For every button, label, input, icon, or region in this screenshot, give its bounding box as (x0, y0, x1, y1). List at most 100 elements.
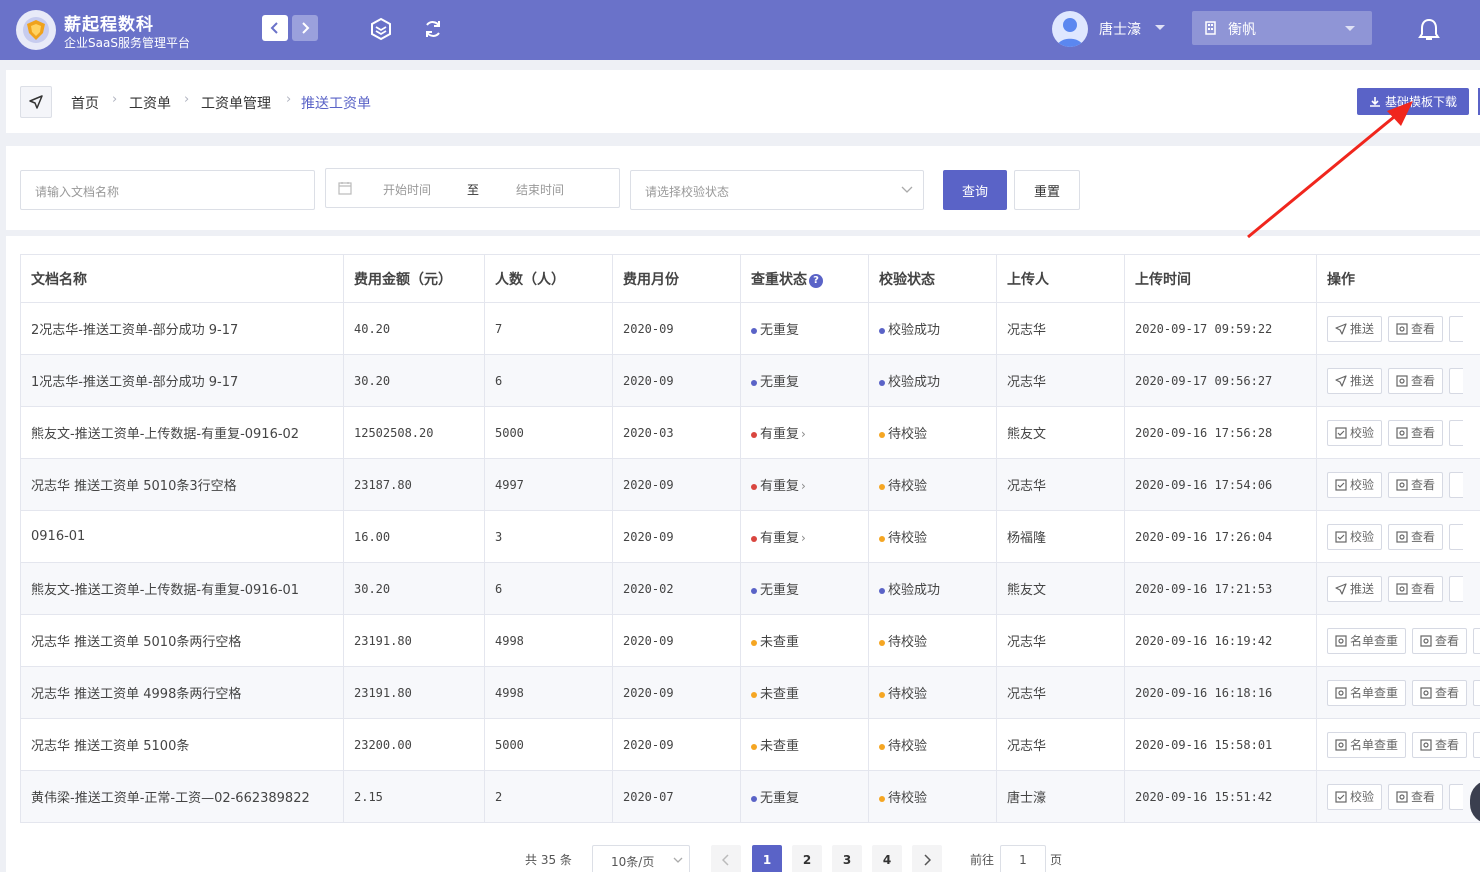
cell-document-name[interactable]: 熊友文-推送工资单-上传数据-有重复-0916-02 (20, 406, 344, 459)
row-action-button[interactable]: 推送 (1327, 367, 1383, 394)
cell-dup-status: 未查重 (740, 614, 869, 667)
date-range-picker[interactable]: 开始时间 至 结束时间 (325, 168, 620, 208)
page-button-4[interactable]: 4 (872, 845, 902, 872)
row-more-button-edge[interactable] (1449, 575, 1464, 602)
row-more-button-edge[interactable] (1449, 783, 1464, 810)
page-button-3[interactable]: 3 (832, 845, 862, 872)
status-dot (879, 431, 885, 438)
row-action-button[interactable]: 校验 (1327, 523, 1383, 550)
row-more-button-edge[interactable] (1449, 471, 1464, 498)
row-action-button[interactable]: 查看 (1388, 471, 1444, 498)
row-action-button[interactable]: 查看 (1388, 575, 1444, 602)
building-icon (1205, 21, 1216, 35)
row-more-button-edge[interactable] (1473, 679, 1480, 706)
row-action-button[interactable]: 推送 (1327, 315, 1383, 342)
check-icon (1335, 426, 1347, 439)
row-action-button[interactable]: 查看 (1388, 783, 1444, 810)
cell-document-name[interactable]: 况志华 推送工资单 4998条两行空格 (20, 666, 344, 719)
check-status-select[interactable]: 请选择校验状态 (630, 170, 924, 210)
cell-people: 7 (484, 302, 613, 355)
row-action-button[interactable]: 查看 (1412, 627, 1468, 654)
row-action-button[interactable]: 名单查重 (1327, 679, 1407, 706)
cell-document-name[interactable]: 1况志华-推送工资单-部分成功 9-17 (20, 354, 344, 407)
chevron-right-icon[interactable]: › (801, 427, 806, 441)
query-button[interactable]: 查询 (943, 170, 1007, 210)
column-header-month: 费用月份 (612, 254, 741, 303)
cell-amount: 2.15 (343, 770, 485, 823)
question-mark-icon[interactable]: ? (809, 273, 823, 288)
nav-back-button[interactable] (262, 15, 288, 41)
cell-document-name[interactable]: 况志华 推送工资单 5100条 (20, 718, 344, 771)
goto-page-input[interactable]: 1 (1000, 845, 1046, 872)
cell-document-name[interactable]: 0916-01 (20, 510, 344, 563)
row-action-button[interactable]: 校验 (1327, 783, 1383, 810)
row-more-button-edge[interactable] (1449, 367, 1464, 394)
org-selector[interactable]: 衡帆 (1192, 11, 1372, 45)
locate-button[interactable] (20, 86, 52, 118)
breadcrumb-home[interactable]: 首页 (71, 93, 99, 113)
row-action-label: 推送 (1350, 322, 1375, 336)
row-action-button[interactable]: 查看 (1412, 679, 1468, 706)
user-avatar[interactable] (1052, 11, 1088, 47)
navigation-arrow-icon (29, 95, 43, 109)
reset-button[interactable]: 重置 (1014, 170, 1080, 210)
row-action-button[interactable]: 推送 (1327, 575, 1383, 602)
row-action-button[interactable]: 名单查重 (1327, 731, 1407, 758)
row-action-button[interactable]: 校验 (1327, 419, 1383, 446)
cell-people: 5000 (484, 406, 613, 459)
row-action-button[interactable]: 查看 (1412, 731, 1468, 758)
cell-uploader: 唐士濠 (996, 770, 1125, 823)
cell-document-name[interactable]: 熊友文-推送工资单-上传数据-有重复-0916-01 (20, 562, 344, 615)
breadcrumb-card: 首页 › 工资单 › 工资单管理 › 推送工资单 基础模板下载 (6, 70, 1480, 133)
chevron-right-icon[interactable]: › (801, 479, 806, 493)
row-action-button[interactable]: 名单查重 (1327, 627, 1407, 654)
cell-dup-status[interactable]: 有重复 › (740, 406, 869, 459)
row-more-button-edge[interactable] (1449, 419, 1464, 446)
page-unit-label: 页 (1050, 853, 1063, 867)
page-button-2[interactable]: 2 (792, 845, 822, 872)
user-name[interactable]: 唐士濠 (1099, 19, 1141, 39)
breadcrumb-payslip[interactable]: 工资单 (129, 93, 171, 113)
cell-actions: 推送 查看 (1316, 354, 1480, 407)
row-action-button[interactable]: 查看 (1388, 367, 1444, 394)
chevron-right-icon[interactable]: › (801, 531, 806, 545)
cell-document-name[interactable]: 况志华 推送工资单 5010条两行空格 (20, 614, 344, 667)
cell-document-name[interactable]: 2况志华-推送工资单-部分成功 9-17 (20, 302, 344, 355)
page-size-select[interactable]: 10条/页 (592, 845, 690, 872)
table-card: 文档名称 费用金额（元） 人数（人） 费用月份 查重状态? 校验状态 上传人 上… (6, 236, 1480, 872)
row-more-button-edge[interactable] (1473, 627, 1480, 654)
table-row: 熊友文-推送工资单-上传数据-有重复-0916-02 12502508.20 500… (20, 406, 1480, 459)
row-action-button[interactable]: 查看 (1388, 419, 1444, 446)
cell-amount: 30.20 (343, 562, 485, 615)
next-page-button[interactable] (912, 845, 942, 872)
nav-forward-button[interactable] (292, 15, 318, 41)
breadcrumb-payslip-management[interactable]: 工资单管理 (201, 93, 271, 113)
refresh-button[interactable] (420, 16, 446, 42)
row-more-button-edge[interactable] (1449, 523, 1464, 550)
bell-icon[interactable] (1418, 18, 1440, 42)
cell-actions: 名单查重 查看 (1316, 718, 1480, 771)
cell-dup-status[interactable]: 有重复 › (740, 510, 869, 563)
cell-dup-status[interactable]: 有重复 › (740, 458, 869, 511)
goto-label: 前往 (970, 853, 995, 867)
cell-dup-status: 无重复 (740, 354, 869, 407)
cube-menu-button[interactable] (368, 16, 394, 42)
cell-document-name[interactable]: 黄伟梁-推送工资单-正常-工资—02-662389822 (20, 770, 344, 823)
template-download-button[interactable]: 基础模板下载 (1357, 88, 1469, 115)
table-body: 2况志华-推送工资单-部分成功 9-17 40.20 7 2020-09 无重复 校验成功… (20, 302, 1480, 823)
view-icon (1420, 738, 1432, 751)
row-action-button[interactable]: 查看 (1388, 523, 1444, 550)
row-more-button-edge[interactable] (1449, 315, 1464, 342)
row-more-button-edge[interactable] (1473, 731, 1480, 758)
row-action-button[interactable]: 校验 (1327, 471, 1383, 498)
row-action-button[interactable]: 查看 (1388, 315, 1444, 342)
caret-down-icon[interactable] (1154, 24, 1166, 32)
column-header-check-status: 校验状态 (868, 254, 997, 303)
page-button-1[interactable]: 1 (752, 845, 782, 872)
start-date-placeholder[interactable]: 开始时间 (383, 181, 431, 198)
end-date-placeholder[interactable]: 结束时间 (516, 181, 564, 198)
document-name-input[interactable]: 请输入文档名称 (20, 170, 315, 210)
prev-page-button[interactable] (711, 845, 741, 872)
cell-document-name[interactable]: 况志华 推送工资单 5010条3行空格 (20, 458, 344, 511)
row-action-label: 校验 (1350, 790, 1375, 804)
